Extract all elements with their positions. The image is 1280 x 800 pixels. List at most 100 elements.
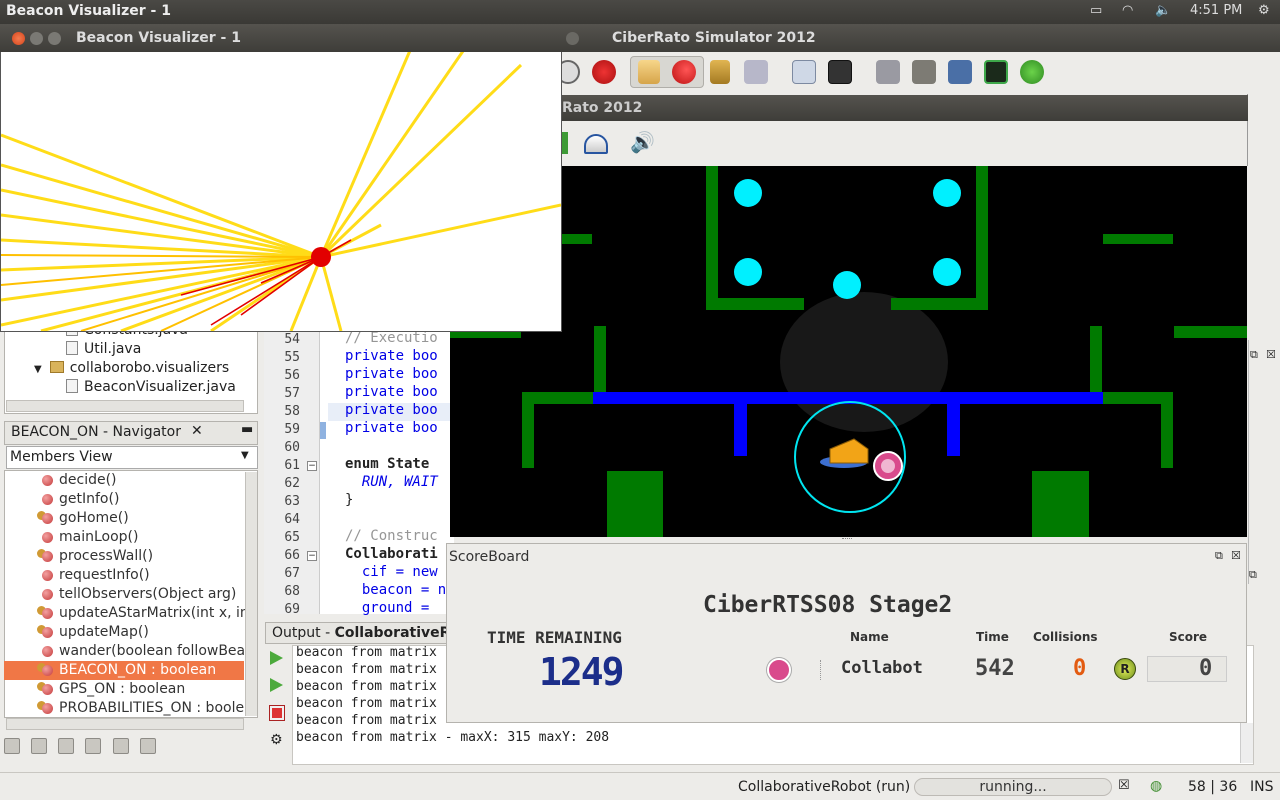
maximize-window-icon[interactable] xyxy=(48,32,61,45)
tree-item-beaconvisualizer[interactable]: BeaconVisualizer.java xyxy=(66,379,236,395)
member-tellobservers[interactable]: tellObservers(Object arg) xyxy=(4,585,244,604)
private-method-icon xyxy=(42,513,53,524)
close-panel-icon[interactable]: ☒ xyxy=(1231,549,1241,562)
code-line[interactable]: RUN, WAIT xyxy=(345,474,438,490)
navigator-horizontal-scrollbar[interactable] xyxy=(6,718,244,730)
hourglass-icon[interactable] xyxy=(638,60,660,84)
member-updateastarmatrix[interactable]: updateAStarMatrix(int x, int xyxy=(4,604,248,623)
wall xyxy=(706,166,718,308)
member-decide[interactable]: decide() xyxy=(4,471,244,490)
member-processwall[interactable]: processWall() xyxy=(4,547,244,566)
settings-icon[interactable]: ⚙ xyxy=(270,732,283,748)
beacon-visualizer-titlebar[interactable]: Beacon Visualizer - 1 xyxy=(0,24,562,52)
tools-icon[interactable] xyxy=(876,60,900,84)
save-icon[interactable] xyxy=(948,60,972,84)
close-window-icon[interactable] xyxy=(12,32,25,45)
package-icon xyxy=(49,361,64,373)
window-icon[interactable] xyxy=(792,60,816,84)
line-number: 57 xyxy=(284,386,300,401)
code-line[interactable]: private boo xyxy=(345,402,438,418)
sound-icon[interactable]: 🔊 xyxy=(630,130,655,154)
settings-gear-icon[interactable]: ⚙ xyxy=(1258,3,1270,18)
sort-by-name-icon[interactable] xyxy=(139,738,156,754)
close-tab-icon[interactable]: ✕ xyxy=(191,423,203,439)
private-field-icon xyxy=(42,684,53,695)
code-line[interactable]: // Construc xyxy=(345,528,438,544)
run-progress[interactable]: running... xyxy=(914,778,1112,796)
show-nonpublic-icon[interactable] xyxy=(85,738,102,754)
navigator-tab[interactable]: BEACON_ON - Navigator ✕ ▬ xyxy=(4,421,258,445)
rerun-icon[interactable] xyxy=(270,651,283,665)
rerun-with-args-icon[interactable] xyxy=(270,678,283,692)
sort-by-source-icon[interactable] xyxy=(112,738,129,754)
speedometer-icon[interactable] xyxy=(584,134,608,154)
output-tab[interactable]: Output - CollaborativeRo xyxy=(265,622,450,644)
java-file-icon xyxy=(66,341,78,355)
close-panel-icon[interactable]: ☒ xyxy=(1266,348,1276,361)
volume-icon[interactable]: 🔈 xyxy=(1155,3,1171,18)
battery-icon[interactable]: ▭ xyxy=(1090,3,1102,18)
row-divider xyxy=(820,660,821,680)
member-gohome[interactable]: goHome() xyxy=(4,509,244,528)
robots-icon[interactable] xyxy=(672,60,696,84)
stop-hand-icon[interactable] xyxy=(592,60,616,84)
beacon-visualization-canvas xyxy=(1,25,561,331)
code-line[interactable]: cif = new xyxy=(345,564,438,580)
member-beacon-on[interactable]: BEACON_ON : boolean xyxy=(4,661,244,680)
member-probabilities-on[interactable]: PROBABILITIES_ON : boolea xyxy=(4,699,248,718)
minimize-panel-icon[interactable]: ▬ xyxy=(241,422,253,437)
code-line[interactable]: private boo xyxy=(345,420,438,436)
member-gps-on[interactable]: GPS_ON : boolean xyxy=(4,680,244,699)
monitor-icon[interactable] xyxy=(828,60,852,84)
show-inherited-icon[interactable] xyxy=(4,738,20,754)
member-getinfo[interactable]: getInfo() xyxy=(4,490,244,509)
dock-icon[interactable]: ⧉ xyxy=(1250,348,1258,362)
code-line[interactable]: private boo xyxy=(345,348,438,364)
members-view-select[interactable]: Members View ▼ xyxy=(6,446,258,469)
line-number: 54 xyxy=(284,332,300,347)
check-icon[interactable] xyxy=(1020,60,1044,84)
lock-icon[interactable] xyxy=(710,60,730,84)
code-line[interactable]: enum State xyxy=(345,456,429,472)
show-static-icon[interactable] xyxy=(58,738,75,754)
code-line[interactable]: Collaborati xyxy=(345,546,438,562)
code-line[interactable]: beacon = n xyxy=(345,582,446,598)
output-scrollbar[interactable] xyxy=(1240,723,1253,763)
output-line: beacon from matrix xyxy=(296,713,437,728)
tree-item-visualizers-package[interactable]: ▼ collaborobo.visualizers xyxy=(34,360,229,376)
chip-icon[interactable] xyxy=(984,60,1008,84)
code-line[interactable]: private boo xyxy=(345,366,438,382)
code-line[interactable]: ground = xyxy=(345,600,438,616)
folder-icon[interactable] xyxy=(912,60,936,84)
code-line[interactable]: private boo xyxy=(345,384,438,400)
code-line[interactable]: } xyxy=(345,492,353,508)
fold-toggle-icon[interactable]: − xyxy=(307,461,317,471)
member-updatemap[interactable]: updateMap() xyxy=(4,623,244,642)
clock[interactable]: 4:51 PM xyxy=(1190,3,1242,18)
minimize-window-icon[interactable] xyxy=(30,32,43,45)
tree-item-util[interactable]: Util.java xyxy=(66,341,141,357)
stop-icon[interactable] xyxy=(269,705,285,721)
expand-arrow-icon[interactable]: ▼ xyxy=(34,364,42,375)
system-top-panel: Beacon Visualizer - 1 ▭ ◠ 🔈 4:51 PM ⚙ xyxy=(0,0,1280,24)
navigator-scrollbar[interactable] xyxy=(245,472,257,716)
simulator-titlebar[interactable]: CiberRato Simulator 2012 xyxy=(560,24,1280,52)
member-requestinfo[interactable]: requestInfo() xyxy=(4,566,244,585)
fold-toggle-icon[interactable]: − xyxy=(307,551,317,561)
cancel-task-icon[interactable]: ☒ xyxy=(1118,778,1130,793)
chevron-down-icon[interactable]: ▼ xyxy=(241,450,249,461)
show-fields-icon[interactable] xyxy=(31,738,48,754)
dock-icon[interactable]: ⧉ xyxy=(1215,549,1223,563)
dock-icon[interactable]: ⧉ xyxy=(1249,568,1257,582)
splitter-handle[interactable] xyxy=(842,538,852,542)
viewer-titlebar[interactable]: Rato 2012 xyxy=(560,95,1248,121)
maximize-button-icon[interactable] xyxy=(566,32,579,45)
member-mainloop[interactable]: mainLoop() xyxy=(4,528,244,547)
tree-horizontal-scrollbar[interactable] xyxy=(6,400,244,412)
code-line[interactable]: // Executio xyxy=(345,330,438,346)
wifi-icon[interactable]: ◠ xyxy=(1122,3,1133,18)
member-wander[interactable]: wander(boolean followBea xyxy=(4,642,245,661)
robot-config-icon[interactable] xyxy=(744,60,768,84)
beacon-estimate-marker xyxy=(311,247,331,267)
gc-icon[interactable]: ◍ xyxy=(1150,778,1162,794)
